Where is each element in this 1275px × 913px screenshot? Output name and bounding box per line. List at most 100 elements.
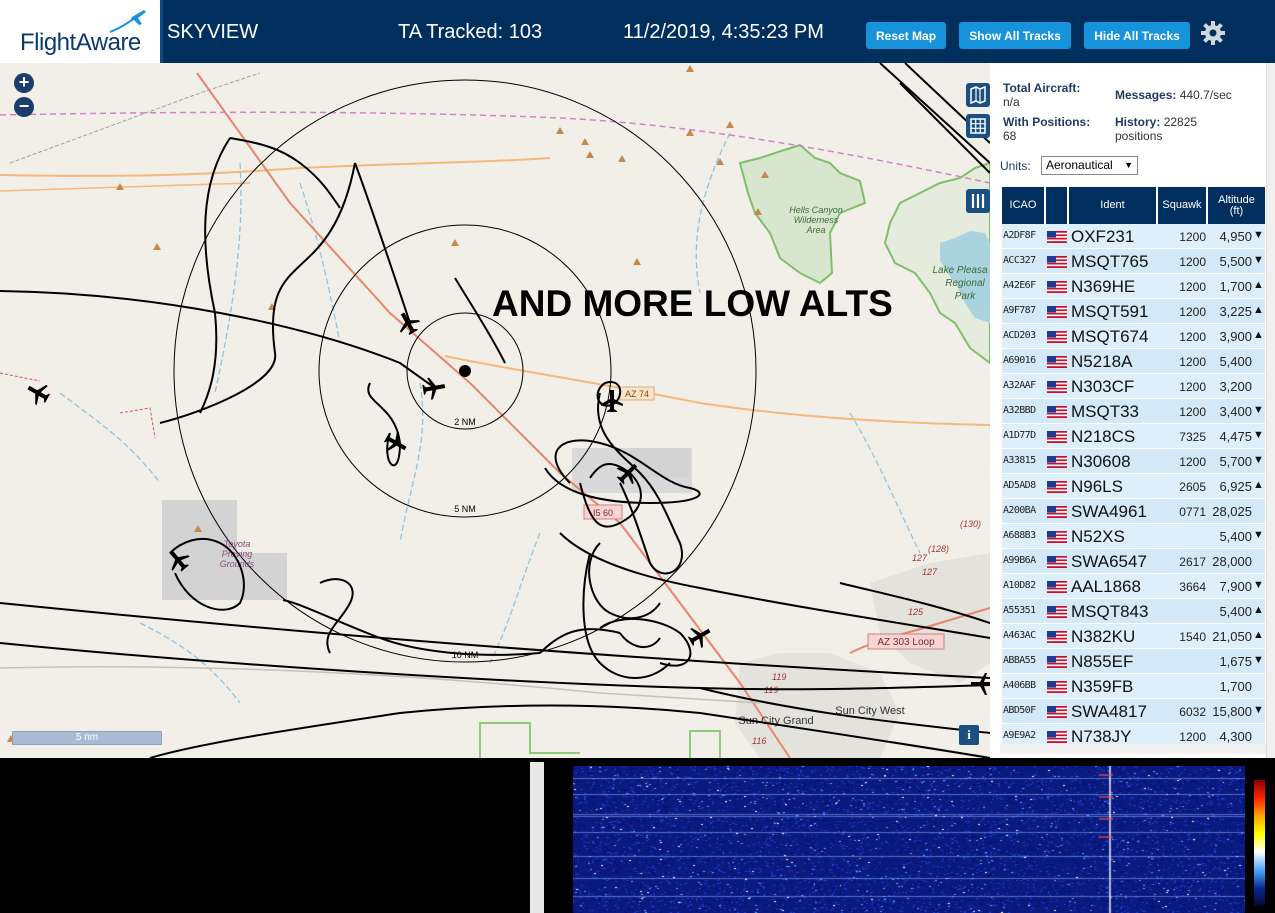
table-row[interactable]: A33815 N30608 1200 5,700 ▼: [1002, 449, 1265, 474]
reset-map-button[interactable]: Reset Map: [866, 22, 946, 49]
hide-all-tracks-button[interactable]: Hide All Tracks: [1084, 22, 1190, 49]
col-flag[interactable]: [1046, 187, 1069, 224]
ident-cell: N303CF: [1071, 377, 1135, 396]
show-all-tracks-button[interactable]: Show All Tracks: [959, 22, 1071, 49]
svg-text:(128): (128): [928, 544, 949, 554]
zoom-in-button[interactable]: +: [14, 73, 34, 93]
total-aircraft-value: n/a: [1003, 95, 1020, 109]
altitude-trend-icon: ▼: [1253, 229, 1264, 241]
table-row[interactable]: A406BB N359FB 1,700: [1002, 674, 1265, 699]
svg-text:116: 116: [752, 736, 766, 746]
table-row[interactable]: A55351 MSQT843 5,400 ▲: [1002, 599, 1265, 624]
us-flag-icon: [1047, 381, 1067, 393]
table-row[interactable]: A9F787 MSQT591 1200 3,225 ▲: [1002, 299, 1265, 324]
table-row[interactable]: A1D77D N218CS 7325 4,475 ▼: [1002, 424, 1265, 449]
ident-cell: N855EF: [1071, 652, 1134, 671]
range-label-5nm: 5 NM: [454, 504, 476, 514]
altitude-trend-icon: ▼: [1253, 404, 1264, 416]
map-layers-button[interactable]: [966, 83, 990, 107]
squawk-cell: 1200: [1179, 730, 1206, 744]
table-row[interactable]: A10D82 AAL1868 3664 7,900 ▼: [1002, 574, 1265, 599]
flightaware-logo[interactable]: FlightAware: [0, 0, 163, 63]
col-icao[interactable]: ICAO: [1002, 187, 1046, 224]
altitude-trend-icon: ▼: [1253, 529, 1264, 541]
us-flag-icon: [1047, 531, 1067, 543]
gear-icon[interactable]: [1200, 20, 1226, 46]
units-select[interactable]: Aeronautical ▼: [1041, 156, 1138, 175]
current-datetime: 11/2/2019, 4:35:23 PM: [623, 21, 824, 43]
icao-cell: A42E6F: [1003, 280, 1036, 291]
us-flag-icon: [1047, 606, 1067, 618]
svg-text:119: 119: [772, 672, 786, 682]
zoom-out-button[interactable]: −: [14, 97, 34, 117]
squawk-cell: 1200: [1179, 355, 1206, 369]
squawk-cell: 2617: [1179, 555, 1206, 569]
grid-icon: [970, 118, 986, 134]
units-selected-value: Aeronautical: [1046, 158, 1113, 172]
col-squawk[interactable]: Squawk: [1158, 187, 1208, 224]
table-header: ICAO Ident Squawk Altitude (ft): [1002, 187, 1265, 224]
road-shield-az74: AZ 74: [619, 386, 655, 401]
squawk-cell: 1200: [1179, 230, 1206, 244]
column-toggle-button[interactable]: [966, 189, 990, 213]
svg-text:Regional: Regional: [945, 278, 985, 289]
with-positions-value: 68: [1003, 129, 1017, 143]
svg-text:AZ 303 Loop: AZ 303 Loop: [877, 637, 935, 648]
table-row[interactable]: A42E6F N369HE 1200 1,700 ▲: [1002, 274, 1265, 299]
table-row[interactable]: A32AAF N303CF 1200 3,200: [1002, 374, 1265, 399]
map-view[interactable]: 2 NM 5 NM 10 NM Hells Canyon Wilderness …: [0, 63, 990, 758]
svg-text:AZ 74: AZ 74: [625, 389, 649, 399]
aircraft-icon[interactable]: [23, 378, 53, 408]
ident-cell: N359FB: [1071, 677, 1134, 696]
table-row[interactable]: A463AC N382KU 1540 21,050 ▲: [1002, 624, 1265, 649]
table-row[interactable]: ABBA55 N855EF 1,675 ▼: [1002, 649, 1265, 674]
ident-cell: N52XS: [1071, 527, 1125, 546]
table-row[interactable]: A2DF8F OXF231 1200 4,950 ▼: [1002, 224, 1265, 249]
squawk-cell: 1540: [1179, 630, 1206, 644]
info-button[interactable]: i: [959, 725, 979, 745]
altitude-trend-icon: ▲: [1253, 479, 1264, 491]
ident-cell: SWA4817: [1071, 702, 1147, 721]
table-row[interactable]: A99B6A SWA6547 2617 28,000: [1002, 549, 1265, 574]
table-row[interactable]: A200BA SWA4961 0771 28,025: [1002, 499, 1265, 524]
altitude-trend-icon: ▼: [1253, 579, 1264, 591]
col-ident[interactable]: Ident: [1069, 187, 1158, 224]
table-row[interactable]: AD5AD8 N96LS 2605 6,925 ▲: [1002, 474, 1265, 499]
aircraft-icon[interactable]: [393, 308, 423, 338]
svg-text:Proving: Proving: [222, 549, 253, 559]
aircraft-icon[interactable]: [381, 428, 411, 458]
altitude-trend-icon: ▲: [1253, 604, 1264, 616]
icao-cell: ABD50F: [1003, 705, 1036, 716]
map-canvas[interactable]: 2 NM 5 NM 10 NM Hells Canyon Wilderness …: [0, 63, 990, 758]
icao-cell: A10D82: [1003, 580, 1036, 591]
messages-value: 440.7/sec: [1179, 88, 1232, 102]
squawk-cell: 1200: [1179, 380, 1206, 394]
svg-text:Hells Canyon: Hells Canyon: [789, 205, 843, 215]
squawk-cell: 1200: [1179, 255, 1206, 269]
grid-toggle-button[interactable]: [966, 114, 990, 138]
aircraft-icon[interactable]: [421, 375, 446, 400]
table-row[interactable]: A69016 N5218A 1200 5,400: [1002, 349, 1265, 374]
table-row[interactable]: A688B3 N52XS 5,400 ▼: [1002, 524, 1265, 549]
squawk-cell: 0771: [1179, 505, 1206, 519]
units-label: Units:: [1000, 159, 1031, 173]
history-stat: History: 22825 positions: [1115, 115, 1197, 143]
vertical-scrollbar[interactable]: [1266, 63, 1275, 758]
us-flag-icon: [1047, 506, 1067, 518]
horizontal-scrollbar[interactable]: [1000, 744, 1266, 754]
svg-text:125: 125: [908, 607, 924, 617]
table-row[interactable]: ABD50F SWA4817 6032 15,800 ▼: [1002, 699, 1265, 724]
history-unit: positions: [1115, 129, 1163, 143]
map-icon: [970, 85, 986, 105]
us-flag-icon: [1047, 431, 1067, 443]
squawk-cell: 1200: [1179, 405, 1206, 419]
squawk-cell: 1200: [1179, 305, 1206, 319]
messages-label: Messages:: [1115, 88, 1177, 102]
aircraft-table: ICAO Ident Squawk Altitude (ft) A2DF8F OX…: [1002, 187, 1265, 749]
table-row[interactable]: ACD203 MSQT674 1200 3,900 ▲: [1002, 324, 1265, 349]
panel-divider[interactable]: [530, 762, 544, 913]
squawk-cell: 7325: [1179, 430, 1206, 444]
col-altitude[interactable]: Altitude (ft): [1208, 187, 1265, 224]
table-row[interactable]: ACC327 MSQT765 1200 5,500 ▼: [1002, 249, 1265, 274]
table-row[interactable]: A32BBD MSQT33 1200 3,400 ▼: [1002, 399, 1265, 424]
